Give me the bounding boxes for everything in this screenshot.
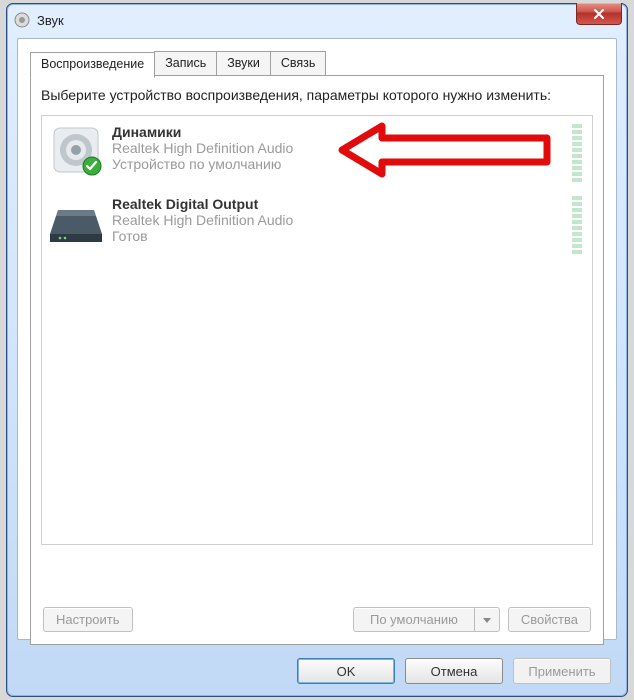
dialog-body: Воспроизведение Запись Звуки Связь Выбер… [17, 38, 617, 640]
button-label: Свойства [521, 612, 578, 627]
tab-label: Воспроизведение [41, 57, 144, 71]
instruction-text: Выберите устройство воспроизведения, пар… [41, 86, 593, 105]
tab-sounds[interactable]: Звуки [216, 51, 271, 77]
dialog-button-row: OK Отмена Применить [297, 658, 611, 684]
chevron-down-icon[interactable] [475, 608, 499, 631]
tab-label: Связь [281, 56, 316, 70]
device-list[interactable]: Динамики Realtek High Definition Audio У… [41, 115, 593, 545]
tab-playback[interactable]: Воспроизведение [30, 52, 155, 78]
apply-button[interactable]: Применить [513, 658, 611, 684]
button-label: По умолчанию [354, 608, 475, 631]
device-name: Динамики [112, 124, 586, 140]
tab-content: Выберите устройство воспроизведения, пар… [30, 75, 604, 645]
digital-output-icon [48, 194, 104, 250]
device-texts: Динамики Realtek High Definition Audio У… [112, 122, 586, 172]
level-meter [572, 196, 582, 256]
button-label: OK [337, 664, 356, 679]
cancel-button[interactable]: Отмена [405, 658, 503, 684]
lower-button-row: Настроить По умолчанию Свойства [43, 607, 591, 632]
device-name: Realtek Digital Output [112, 196, 586, 212]
sound-icon [13, 11, 31, 29]
device-driver: Realtek High Definition Audio [112, 212, 586, 228]
window-title: Звук [37, 13, 64, 28]
device-driver: Realtek High Definition Audio [112, 140, 586, 156]
configure-button[interactable]: Настроить [43, 607, 133, 632]
tab-recording[interactable]: Запись [154, 51, 217, 77]
device-status: Устройство по умолчанию [112, 156, 586, 172]
button-label: Применить [528, 664, 595, 679]
tab-bar: Воспроизведение Запись Звуки Связь [30, 51, 604, 77]
button-label: Отмена [431, 664, 478, 679]
tab-communications[interactable]: Связь [270, 51, 327, 77]
close-button[interactable] [576, 3, 622, 25]
tab-label: Запись [165, 56, 206, 70]
sound-dialog: Звук Воспроизведение Запись Звуки Связь … [6, 3, 628, 697]
button-label: Настроить [56, 612, 120, 627]
device-status: Готов [112, 228, 586, 244]
ok-button[interactable]: OK [297, 658, 395, 684]
speaker-icon [48, 122, 104, 178]
device-item-speakers[interactable]: Динамики Realtek High Definition Audio У… [42, 116, 592, 188]
set-default-button[interactable]: По умолчанию [353, 607, 500, 632]
titlebar[interactable]: Звук [7, 4, 627, 36]
properties-button[interactable]: Свойства [508, 607, 591, 632]
close-icon [593, 8, 605, 20]
device-texts: Realtek Digital Output Realtek High Defi… [112, 194, 586, 244]
device-item-digital-output[interactable]: Realtek Digital Output Realtek High Defi… [42, 188, 592, 260]
tab-label: Звуки [227, 56, 260, 70]
level-meter [572, 124, 582, 184]
